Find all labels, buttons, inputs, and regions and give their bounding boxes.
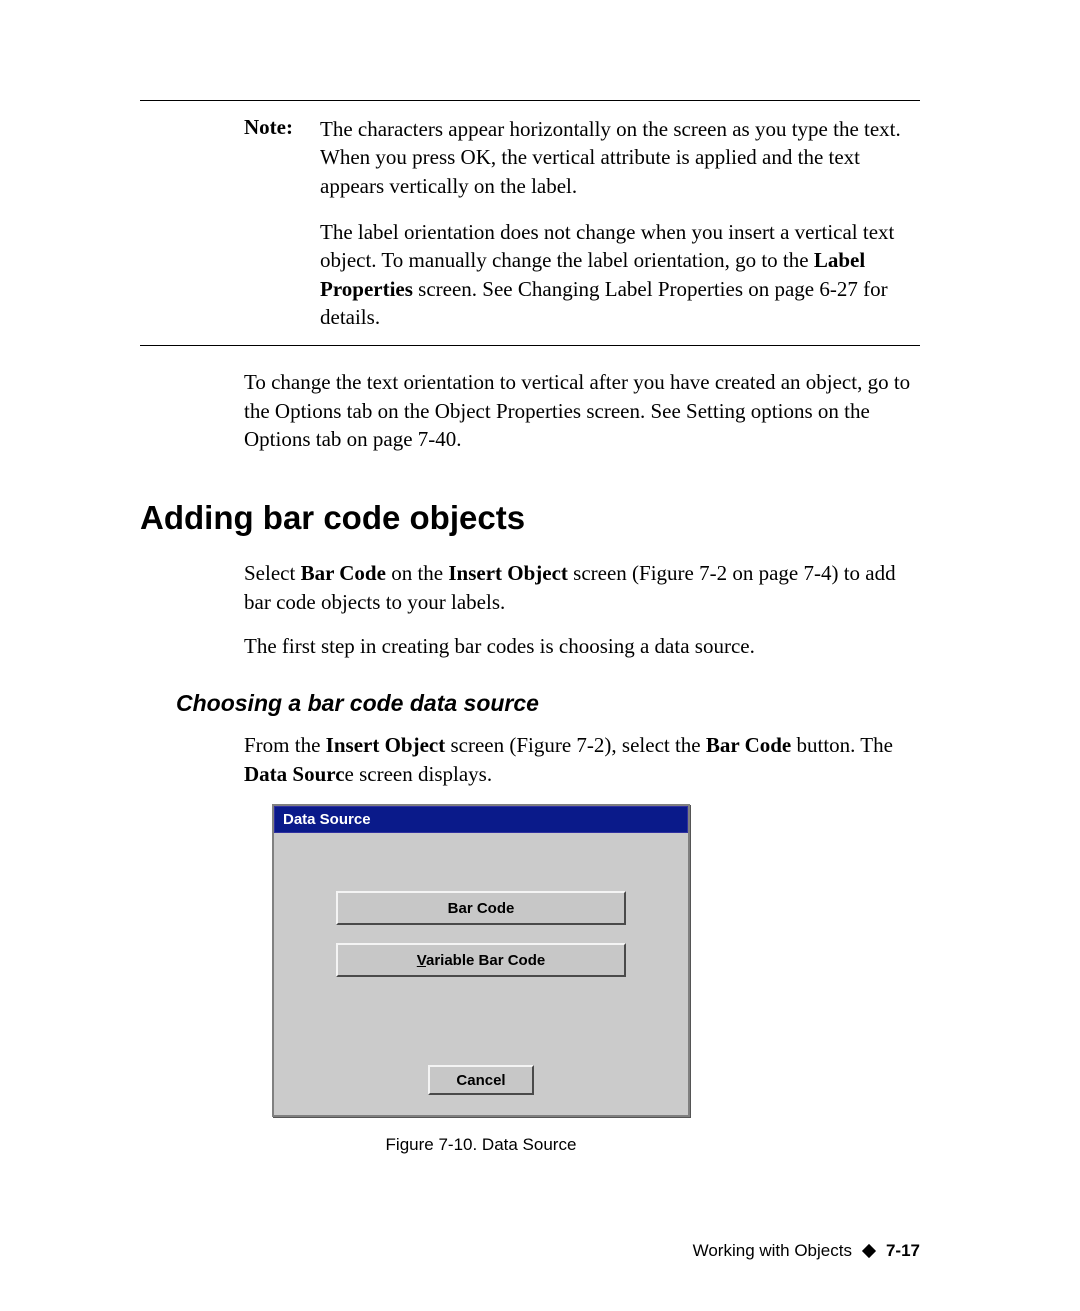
note-p2-text-a: The label orientation does not change wh… (320, 220, 894, 272)
heading-adding-bar-code: Adding bar code objects (140, 499, 920, 537)
paragraph-after-note: To change the text orientation to vertic… (244, 368, 920, 453)
text: From the (244, 733, 326, 757)
text-bold: Insert Object (326, 733, 446, 757)
text: on the (386, 561, 448, 585)
note-label: Note: (244, 115, 293, 139)
note-paragraph-2: The label orientation does not change wh… (320, 218, 920, 331)
bar-code-button[interactable]: Bar Code (336, 891, 626, 925)
text: ariable Bar Code (426, 952, 545, 969)
note-paragraph-1: The characters appear horizontally on th… (320, 115, 920, 200)
heading-choosing-data-source: Choosing a bar code data source (176, 690, 920, 717)
paragraph-select-bar-code: Select Bar Code on the Insert Object scr… (244, 559, 920, 616)
footer-text: Working with Objects (693, 1241, 852, 1261)
text: screen (Figure 7-2), select the (445, 733, 706, 757)
figure-data-source: Data Source Bar Code Variable Bar Code C… (272, 804, 920, 1155)
text-bold: Insert Object (448, 561, 568, 585)
footer-page-number: 7-17 (886, 1241, 920, 1261)
note-block: Note: The characters appear horizontally… (140, 100, 920, 346)
dialog-title: Data Source (274, 806, 688, 833)
text: Select (244, 561, 301, 585)
mnemonic: V (417, 952, 426, 969)
cancel-button[interactable]: Cancel (428, 1065, 534, 1095)
diamond-icon (862, 1244, 876, 1258)
text-bold: Bar Code (301, 561, 386, 585)
dialog-data-source: Data Source Bar Code Variable Bar Code C… (272, 804, 690, 1117)
figure-caption: Figure 7-10. Data Source (386, 1135, 577, 1154)
paragraph-from-insert-object: From the Insert Object screen (Figure 7-… (244, 731, 920, 788)
text-bold: Data Sourc (244, 762, 345, 786)
text: e screen displays. (345, 762, 493, 786)
paragraph-first-step: The first step in creating bar codes is … (244, 632, 920, 660)
text-bold: Bar Code (706, 733, 791, 757)
page-footer: Working with Objects 7-17 (693, 1241, 920, 1261)
variable-bar-code-button[interactable]: Variable Bar Code (336, 943, 626, 977)
text: button. The (791, 733, 893, 757)
